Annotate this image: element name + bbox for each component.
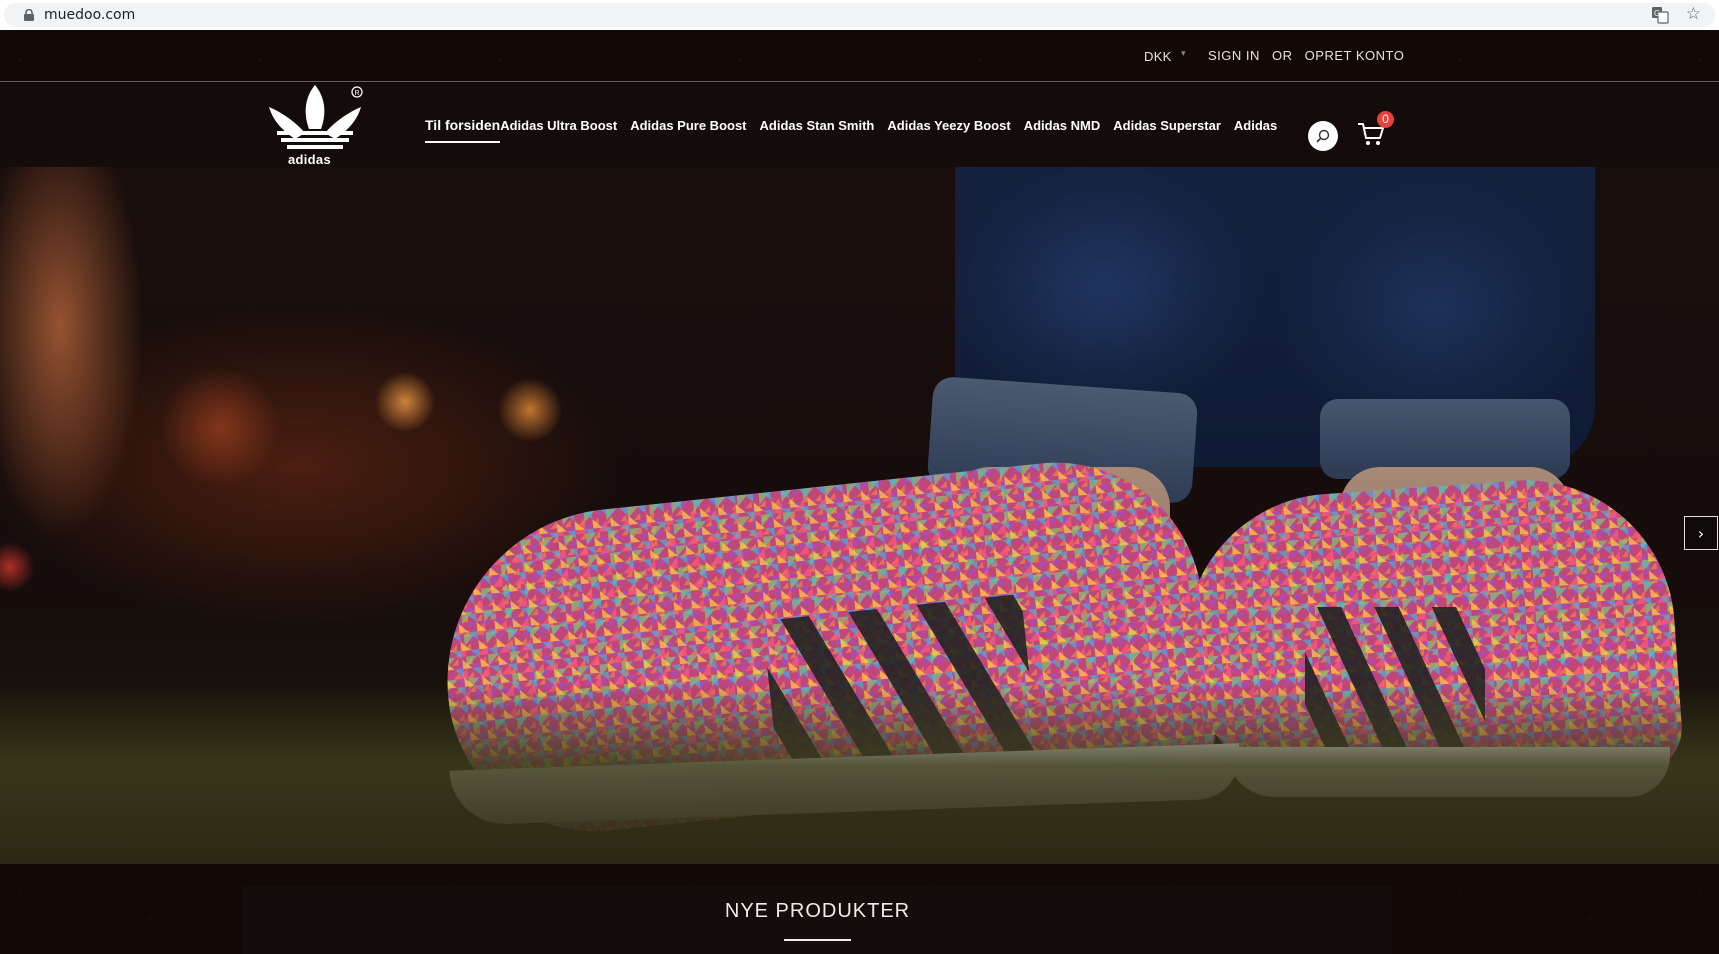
hero-image-grass — [0, 684, 1719, 864]
nav-item-ultra-boost[interactable]: Adidas Ultra Boost — [500, 106, 617, 145]
svg-text:G: G — [1654, 9, 1660, 18]
url-field[interactable]: muedoo.com G ☆ — [4, 3, 1715, 27]
lock-icon[interactable] — [24, 9, 34, 21]
or-label: OR — [1272, 48, 1293, 63]
section-title: NYE PRODUKTER — [724, 900, 911, 922]
adidas-logo[interactable]: R adidas — [265, 83, 365, 167]
svg-text:R: R — [355, 90, 360, 97]
top-utility-bar: DKK ▾ SIGN IN OR OPRET KONTO — [0, 30, 1719, 82]
cart-count-badge: 0 — [1377, 111, 1394, 128]
nav-item-adidas[interactable]: Adidas — [1234, 106, 1277, 145]
search-icon — [1316, 129, 1330, 143]
browser-address-bar: muedoo.com G ☆ — [0, 0, 1719, 30]
auth-links: SIGN IN OR OPRET KONTO — [1208, 48, 1404, 63]
main-header: R adidas Til forsiden Adidas Ultra Boost… — [0, 83, 1719, 167]
nav-item-stan-smith[interactable]: Adidas Stan Smith — [760, 106, 875, 145]
nav-item-pure-boost[interactable]: Adidas Pure Boost — [630, 106, 746, 145]
sign-in-link[interactable]: SIGN IN — [1208, 48, 1260, 63]
star-icon[interactable]: ☆ — [1686, 4, 1701, 24]
nav-item-superstar[interactable]: Adidas Superstar — [1113, 106, 1221, 145]
search-button[interactable] — [1308, 121, 1338, 151]
hero-banner — [0, 167, 1719, 864]
new-products-section: NYE PRODUKTER — [0, 864, 1719, 954]
currency-selector[interactable]: DKK — [1144, 49, 1172, 64]
slider-next-button[interactable]: › — [1684, 516, 1718, 550]
chevron-down-icon[interactable]: ▾ — [1181, 48, 1186, 59]
main-navigation: Til forsiden Adidas Ultra Boost Adidas P… — [425, 83, 1290, 167]
nav-item-nmd[interactable]: Adidas NMD — [1024, 106, 1101, 145]
translate-icon[interactable]: G — [1651, 6, 1669, 24]
chevron-right-icon: › — [1697, 523, 1705, 543]
url-text[interactable]: muedoo.com — [44, 7, 135, 23]
trefoil-logo-icon: R — [269, 85, 363, 149]
section-title-underline — [784, 939, 851, 941]
logo-wordmark: adidas — [288, 152, 331, 167]
create-account-link[interactable]: OPRET KONTO — [1305, 48, 1405, 63]
nav-item-yeezy-boost[interactable]: Adidas Yeezy Boost — [887, 106, 1010, 145]
nav-item-home[interactable]: Til forsiden — [425, 105, 501, 145]
